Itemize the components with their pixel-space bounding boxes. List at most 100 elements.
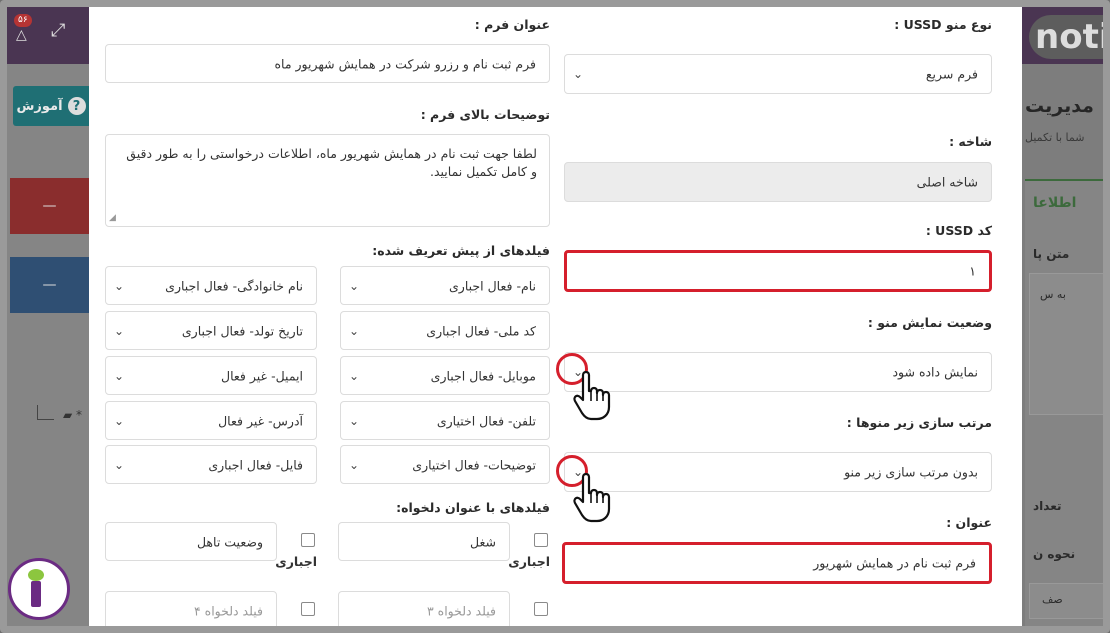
- predefined-field-national-code[interactable]: کد ملی- فعال اجباری ⌄: [340, 311, 550, 350]
- predefined-field-value: ایمیل- غیر فعال: [221, 368, 303, 383]
- predefined-field-value: کد ملی- فعال اجباری: [426, 323, 536, 338]
- blue-panel[interactable]: —: [10, 257, 89, 313]
- ussd-code-label: کد USSD :: [925, 223, 992, 238]
- predefined-field-file[interactable]: فایل- فعال اجباری ⌄: [105, 445, 317, 484]
- predefined-field-value: تاریخ تولد- فعال اجباری: [181, 323, 303, 338]
- fullscreen-icon[interactable]: ⤢: [51, 20, 65, 41]
- predefined-field-last-name[interactable]: نام خانوادگی- فعال اجباری ⌄: [105, 266, 317, 305]
- count-label: تعداد: [1033, 499, 1062, 513]
- display-status-label: وضعیت نمایش منو :: [867, 315, 992, 330]
- learn-button[interactable]: آموزش ?: [13, 86, 89, 126]
- form-description-textarea[interactable]: لطفا جهت ثبت نام در همایش شهریور ماه، اط…: [105, 134, 550, 227]
- chevron-down-icon: ⌄: [349, 368, 360, 383]
- predefined-field-phone[interactable]: تلفن- فعال اختیاری ⌄: [340, 401, 550, 440]
- tree-star: *: [76, 408, 83, 422]
- red-panel[interactable]: —: [10, 178, 89, 234]
- custom-fields-label: فیلدهای با عنوان دلخواه:: [396, 500, 550, 515]
- predefined-field-name[interactable]: نام- فعال اجباری ⌄: [340, 266, 550, 305]
- ussd-type-label: نوع منو USSD :: [894, 17, 992, 32]
- form-title-label: عنوان فرم :: [474, 17, 550, 32]
- tree-line: [37, 405, 54, 420]
- bell-icon: △: [16, 27, 27, 43]
- title-input[interactable]: فرم ثبت نام در همایش شهریور: [562, 542, 992, 584]
- form-title-input[interactable]: فرم ثبت نام و رزرو شرکت در همایش شهریور …: [105, 44, 550, 83]
- chevron-down-icon: ⌄: [114, 278, 125, 293]
- card-heading: اطلاعا: [1033, 195, 1077, 211]
- chevron-down-icon: ⌄: [349, 278, 360, 293]
- chevron-down-icon: ⌄: [114, 457, 125, 472]
- predefined-field-value: فایل- فعال اجباری: [208, 457, 303, 472]
- ussd-type-select[interactable]: فرم سریع ⌄: [564, 54, 992, 94]
- predefined-field-description[interactable]: توضیحات- فعال اختیاری ⌄: [340, 445, 550, 484]
- branch-field: شاخه اصلی: [564, 162, 992, 202]
- submenu-sort-value: بدون مرتب سازی زیر منو: [844, 464, 978, 480]
- custom-field-input[interactable]: وضعیت تاهل: [105, 522, 277, 561]
- predefined-field-birth-date[interactable]: تاریخ تولد- فعال اجباری ⌄: [105, 311, 317, 350]
- required-label: اجباری: [275, 554, 317, 569]
- menu-edit-modal: نوع منو USSD : فرم سریع ⌄ شاخه : شاخه اص…: [89, 7, 1022, 626]
- predefined-field-mobile[interactable]: موبایل- فعال اجباری ⌄: [340, 356, 550, 395]
- display-status-select[interactable]: نمایش داده شود ⌄: [564, 352, 992, 392]
- predefined-field-value: تلفن- فعال اختیاری: [436, 413, 536, 428]
- branch-value: شاخه اصلی: [916, 174, 978, 190]
- submenu-sort-select[interactable]: بدون مرتب سازی زیر منو ⌄: [564, 452, 992, 492]
- logo-dot: [28, 569, 44, 581]
- predefined-field-value: نام- فعال اجباری: [449, 278, 536, 293]
- brand-watermark-logo: [8, 558, 70, 620]
- chevron-down-icon: ⌄: [114, 368, 125, 383]
- resize-grip-icon[interactable]: ◢: [109, 213, 116, 223]
- notification-icon[interactable]: ۵۶ △: [11, 14, 37, 44]
- custom-field-placeholder: فیلد دلخواه ۳: [426, 603, 496, 618]
- brand-logo: noti: [1029, 15, 1103, 59]
- mode-select-value: صف: [1042, 593, 1063, 606]
- predefined-field-email[interactable]: ایمیل- غیر فعال ⌄: [105, 356, 317, 395]
- ussd-type-value: فرم سریع: [925, 66, 978, 82]
- display-status-value: نمایش داده شود: [892, 364, 978, 380]
- custom-field-input[interactable]: فیلد دلخواه ۳: [338, 591, 510, 626]
- page-title: مدیریت: [1025, 95, 1094, 117]
- mode-select[interactable]: صف: [1029, 583, 1103, 619]
- required-checkbox[interactable]: [301, 533, 315, 547]
- custom-field-value: وضعیت تاهل: [196, 534, 263, 549]
- predefined-field-value: توضیحات- فعال اختیاری: [412, 457, 536, 472]
- card-text-label: متن پا: [1033, 247, 1070, 261]
- hand-pointer-icon: [573, 472, 611, 523]
- left-sidebar: [7, 64, 89, 626]
- chevron-down-icon: ⌄: [114, 413, 125, 428]
- tree-node[interactable]: ▰ *: [37, 405, 89, 425]
- custom-field-placeholder: فیلد دلخواه ۴: [193, 603, 263, 618]
- custom-field-input[interactable]: شغل: [338, 522, 510, 561]
- required-checkbox[interactable]: [534, 533, 548, 547]
- ussd-code-input[interactable]: ۱: [564, 250, 992, 292]
- predefined-field-value: نام خانوادگی- فعال اجباری: [165, 278, 303, 293]
- notification-badge: ۵۶: [14, 14, 32, 27]
- info-card: اطلاعا متن پا به س تعداد نحوه ن صف: [1025, 179, 1103, 626]
- card-textarea-value: به س: [1040, 288, 1066, 301]
- required-checkbox[interactable]: [534, 602, 548, 616]
- folder-icon: ▰ *: [63, 408, 83, 422]
- custom-field-value: شغل: [470, 534, 496, 549]
- custom-field-input[interactable]: فیلد دلخواه ۴: [105, 591, 277, 626]
- form-description-label: توضیحات بالای فرم :: [420, 107, 550, 122]
- predefined-field-value: موبایل- فعال اجباری: [430, 368, 536, 383]
- ussd-code-value: ۱: [969, 263, 976, 279]
- learn-button-label: آموزش: [16, 98, 63, 114]
- card-textarea[interactable]: به س: [1029, 273, 1103, 415]
- predefined-field-value: آدرس- غیر فعال: [218, 413, 303, 428]
- predefined-field-address[interactable]: آدرس- غیر فعال ⌄: [105, 401, 317, 440]
- red-panel-dash: —: [42, 198, 57, 214]
- blue-panel-dash: —: [42, 277, 57, 293]
- page-subtitle: شما با تکمیل: [1025, 131, 1085, 144]
- logo-stem: [31, 581, 41, 607]
- help-icon: ?: [67, 97, 86, 115]
- form-description-value: لطفا جهت ثبت نام در همایش شهریور ماه، اط…: [126, 146, 537, 179]
- title-value: فرم ثبت نام در همایش شهریور: [813, 555, 976, 571]
- hand-pointer-icon: [573, 370, 611, 421]
- title-label: عنوان :: [946, 515, 992, 530]
- chevron-down-icon: ⌄: [114, 323, 125, 338]
- chevron-down-icon: ⌄: [349, 413, 360, 428]
- required-label: اجباری: [508, 554, 550, 569]
- required-checkbox[interactable]: [301, 602, 315, 616]
- predefined-fields-label: فیلدهای از پیش تعریف شده:: [372, 243, 550, 258]
- chevron-down-icon: ⌄: [573, 67, 584, 81]
